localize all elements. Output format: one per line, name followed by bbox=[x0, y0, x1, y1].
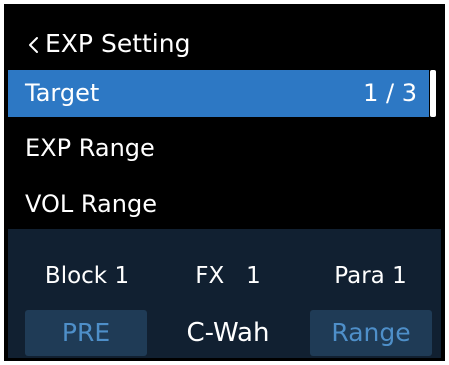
pre-button[interactable]: PRE bbox=[25, 310, 147, 356]
chevron-left-icon[interactable] bbox=[24, 35, 44, 55]
menu-item-exp-range[interactable]: EXP Range bbox=[8, 125, 429, 172]
block-label: Block 1 bbox=[44, 263, 130, 289]
menu-item-label: EXP Range bbox=[25, 134, 155, 162]
menu-item-label: Target bbox=[25, 79, 100, 107]
menu-item-value: 1 / 3 bbox=[363, 79, 417, 107]
range-button[interactable]: Range bbox=[310, 310, 432, 356]
page-title: EXP Setting bbox=[45, 29, 191, 58]
menu-item-target[interactable]: Target 1 / 3 bbox=[8, 70, 429, 117]
fx-number-label: FX 1 bbox=[195, 263, 261, 289]
parameter-panel: Block 1 FX 1 Para 1 PRE C-Wah Range bbox=[8, 229, 441, 358]
scrollbar-thumb[interactable] bbox=[430, 70, 436, 117]
para-label: Para 1 bbox=[334, 263, 407, 289]
fx-name: C-Wah bbox=[186, 318, 270, 348]
menu-item-vol-range[interactable]: VOL Range bbox=[8, 181, 429, 228]
menu-item-label: VOL Range bbox=[25, 190, 157, 218]
screen-header: EXP Setting bbox=[8, 24, 441, 64]
scrollbar[interactable] bbox=[430, 70, 438, 117]
device-screen: EXP Setting Target 1 / 3 EXP Range VOL R… bbox=[8, 8, 441, 358]
